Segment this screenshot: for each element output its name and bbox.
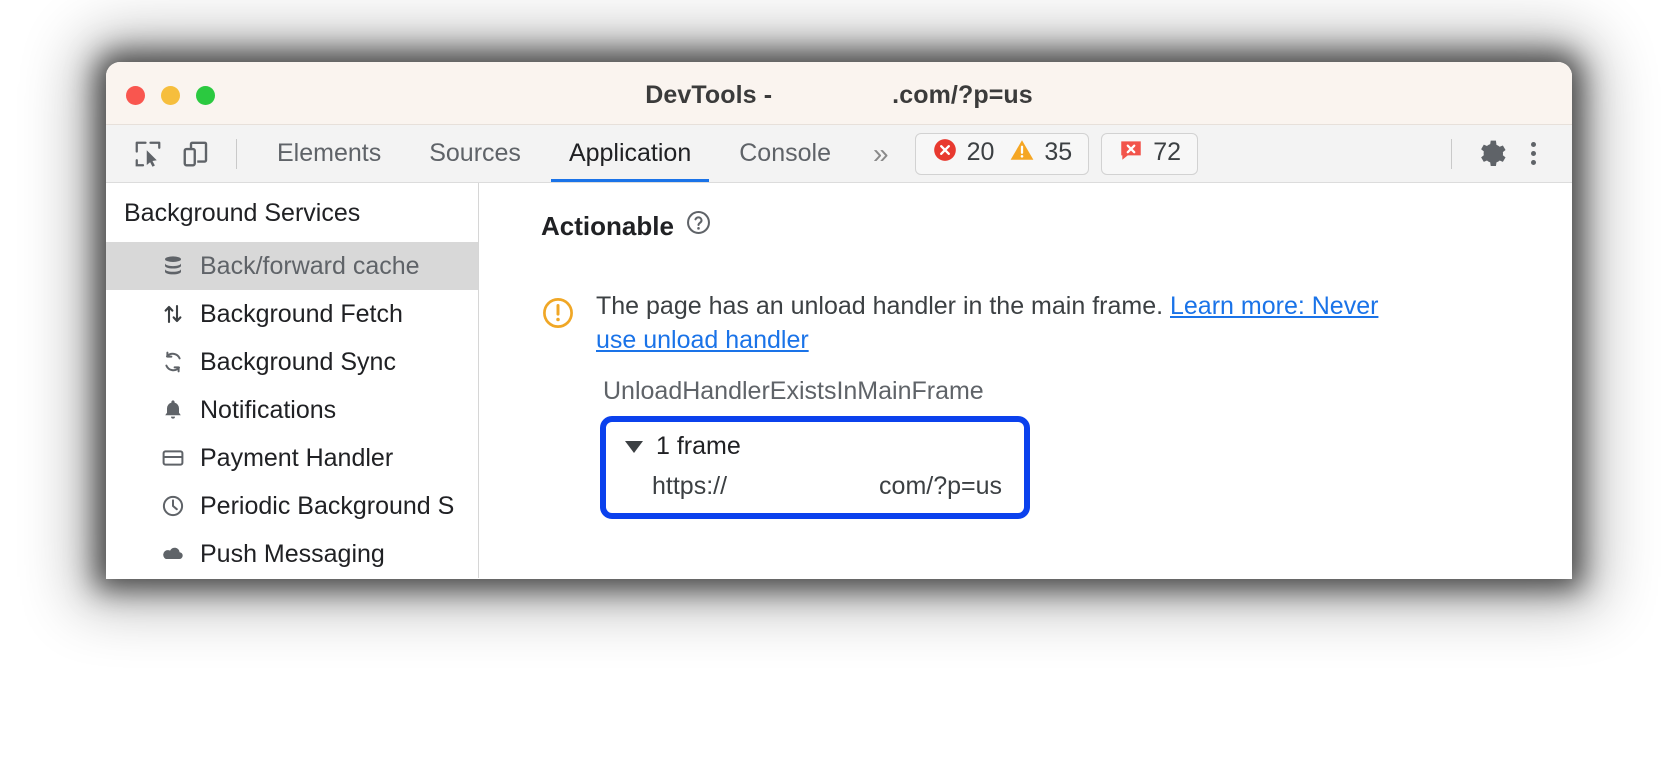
- credit-card-icon: [160, 445, 186, 471]
- sidebar-item-label: Payment Handler: [200, 443, 394, 472]
- sidebar-item-notifications[interactable]: Notifications: [106, 386, 478, 434]
- tab-console-label: Console: [739, 139, 831, 167]
- title-bar: DevTools - .com/?p=us: [106, 62, 1572, 125]
- tab-application[interactable]: Application: [545, 125, 715, 182]
- issue-text: The page has an unload handler in the ma…: [596, 292, 1170, 320]
- error-circle-icon: [932, 137, 958, 170]
- tab-application-label: Application: [568, 139, 692, 167]
- sidebar-item-label: Background Fetch: [200, 299, 403, 328]
- page-title: Actionable: [541, 210, 674, 241]
- frame-url-row[interactable]: https:// com/?p=us: [606, 472, 1024, 501]
- window-title-suffix: .com/?p=us: [892, 81, 1033, 109]
- inspect-element-icon[interactable]: [128, 134, 168, 174]
- kebab-dots: [1530, 142, 1536, 165]
- warning-count: 35: [1044, 138, 1073, 166]
- gear-icon[interactable]: [1470, 133, 1512, 175]
- issues-counter[interactable]: 72: [1101, 132, 1198, 175]
- frame-url-prefix: https://: [652, 472, 728, 500]
- sidebar-item-background-fetch[interactable]: Background Fetch: [106, 290, 478, 338]
- frame-count-label: 1 frame: [656, 432, 741, 460]
- sidebar-item-label: Notifications: [200, 395, 337, 424]
- window-title-prefix: DevTools -: [645, 81, 773, 109]
- warning-circle-icon: [541, 296, 575, 357]
- tab-elements[interactable]: Elements: [253, 125, 405, 182]
- help-circle-icon[interactable]: [685, 209, 712, 243]
- sidebar-item-label: Periodic Background S: [200, 491, 455, 520]
- sidebar-item-label: Push Messaging: [200, 539, 385, 568]
- frame-tree-highlight: 1 frame https:// com/?p=us: [600, 416, 1030, 519]
- sidebar-item-push-messaging[interactable]: Push Messaging: [106, 530, 478, 578]
- tab-elements-label: Elements: [277, 139, 382, 167]
- cloud-icon: [160, 541, 186, 567]
- toolbar-right-actions: [1433, 133, 1572, 175]
- toolbar-divider-right: [1451, 138, 1452, 169]
- devtools-body: Background Services Back/forward cache B…: [106, 183, 1572, 578]
- sync-arrows-icon: [160, 349, 186, 375]
- error-count: 20: [966, 138, 995, 166]
- more-tabs-chevron-icon[interactable]: »: [855, 138, 905, 170]
- tab-console[interactable]: Console: [715, 125, 855, 182]
- issue-bubble-icon: [1118, 137, 1144, 170]
- warning-triangle-icon: [1009, 137, 1035, 170]
- up-down-arrows-icon: [160, 301, 186, 327]
- kebab-menu-icon[interactable]: [1512, 133, 1554, 175]
- back-forward-cache-panel: Actionable The page has an unload handle…: [479, 183, 1572, 578]
- screenshot-root: DevTools - .com/?p=us Elements Sources A…: [0, 0, 1678, 764]
- triangle-down-icon[interactable]: [625, 440, 643, 453]
- sidebar-item-periodic-background-sync[interactable]: Periodic Background S: [106, 482, 478, 530]
- devtools-window: DevTools - .com/?p=us Elements Sources A…: [106, 62, 1572, 579]
- issue-description: The page has an unload handler in the ma…: [596, 290, 1421, 357]
- error-warning-counter[interactable]: 20 35: [914, 132, 1090, 175]
- sidebar-item-background-sync[interactable]: Background Sync: [106, 338, 478, 386]
- clock-icon: [160, 493, 186, 519]
- sidebar-item-payment-handler[interactable]: Payment Handler: [106, 434, 478, 482]
- bell-icon: [160, 397, 186, 423]
- devtools-toolbar: Elements Sources Application Console » 2…: [106, 125, 1572, 183]
- issues-count: 72: [1153, 138, 1181, 166]
- issue-counters: 20 35 72: [914, 132, 1198, 175]
- tab-sources-label: Sources: [429, 139, 521, 167]
- database-icon: [160, 253, 186, 279]
- sidebar-item-back-forward-cache[interactable]: Back/forward cache: [106, 242, 478, 290]
- device-toolbar-icon[interactable]: [176, 134, 216, 174]
- frame-url-suffix: com/?p=us: [879, 472, 1003, 500]
- sidebar-section-title: Background Services: [124, 199, 361, 227]
- application-sidebar: Background Services Back/forward cache B…: [106, 183, 479, 578]
- panel-tabs: Elements Sources Application Console: [253, 125, 855, 182]
- tab-sources[interactable]: Sources: [405, 125, 545, 182]
- sidebar-item-label: Back/forward cache: [200, 251, 420, 280]
- actionable-issue: The page has an unload handler in the ma…: [541, 290, 1421, 357]
- sidebar-item-label: Background Sync: [200, 347, 396, 376]
- window-title: DevTools - .com/?p=us: [106, 81, 1572, 110]
- toolbar-divider: [236, 138, 237, 169]
- panel-heading: Actionable: [541, 209, 1572, 243]
- reason-code: UnloadHandlerExistsInMainFrame: [603, 377, 984, 405]
- frame-tree-toggle-row[interactable]: 1 frame: [606, 432, 1024, 461]
